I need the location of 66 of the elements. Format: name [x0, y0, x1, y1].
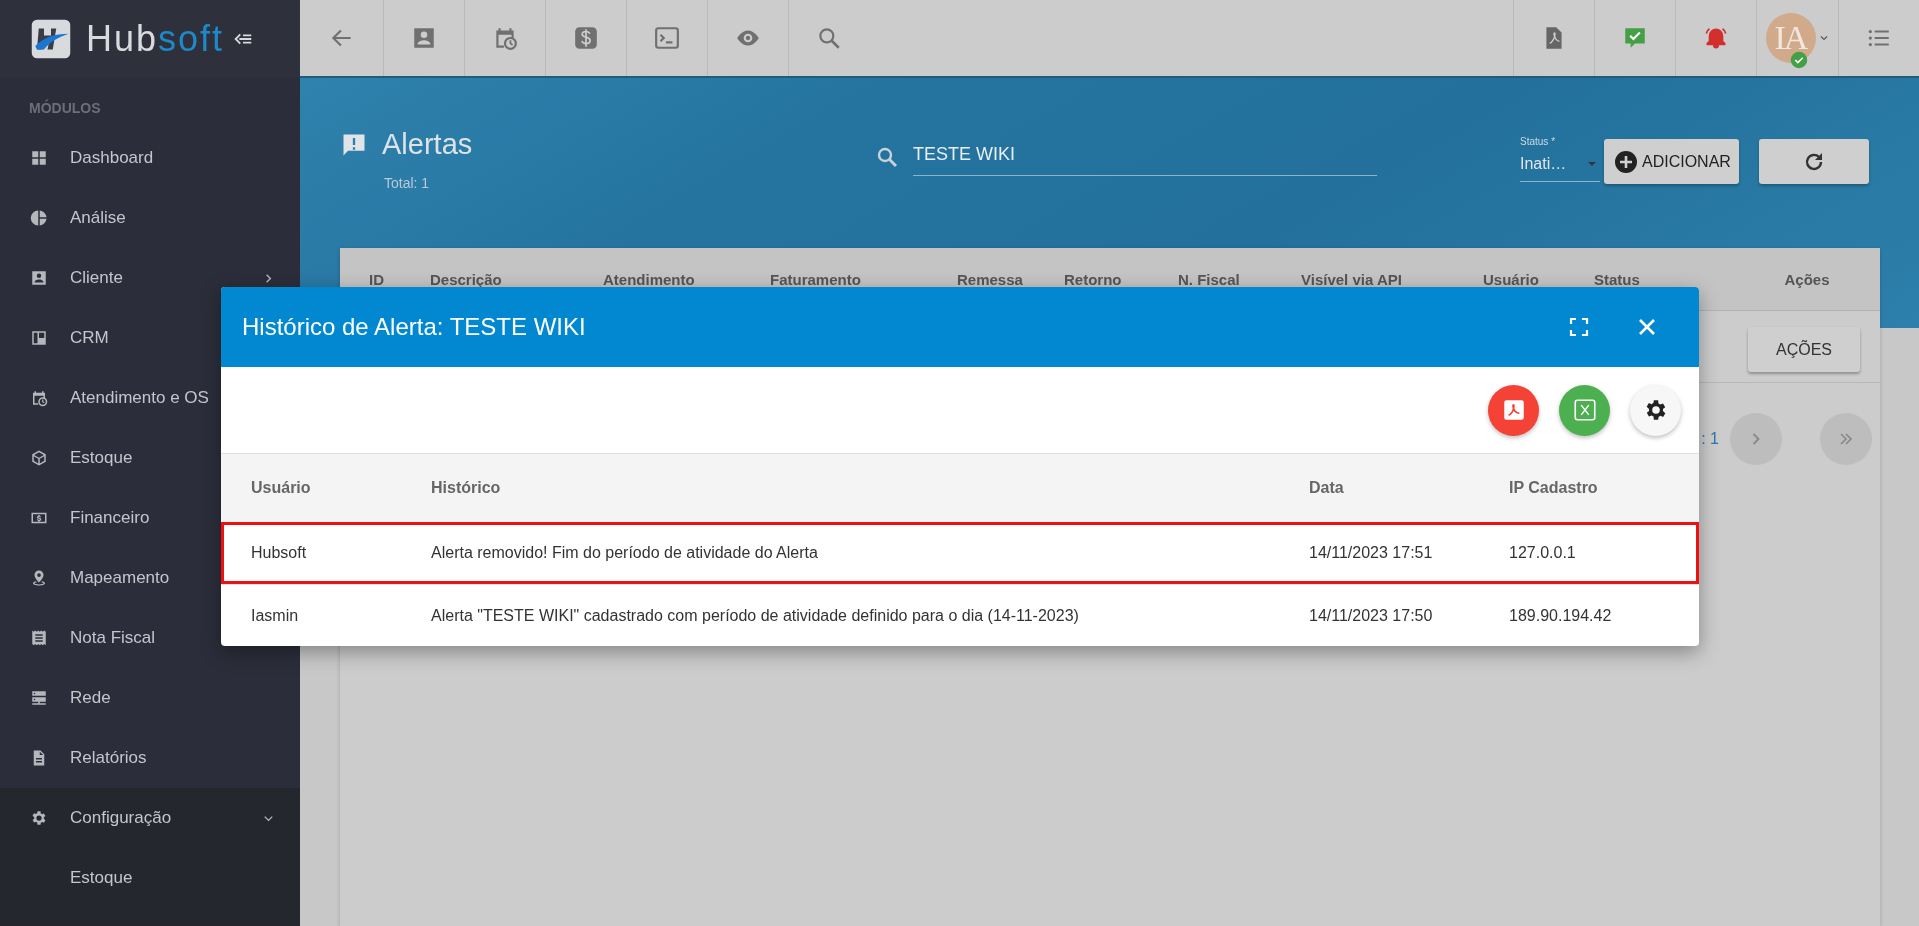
column-header: Descrição	[430, 270, 503, 288]
column-header: Visível via API	[1301, 270, 1403, 288]
box-icon	[30, 449, 48, 467]
logo-text: Hubsoft	[86, 18, 225, 60]
total-count: Total: 1	[384, 175, 431, 191]
spreadsheet-icon	[1571, 397, 1598, 423]
column-header: IP Cadastro	[1509, 479, 1599, 497]
table-cell-text: 14/11/2023 17:51	[1309, 544, 1434, 562]
table-cell-text: Iasmin	[251, 606, 300, 625]
person-card-icon	[411, 25, 437, 51]
search-icon	[816, 25, 842, 51]
refresh-button[interactable]	[1758, 139, 1869, 184]
dashboard-icon	[30, 149, 48, 167]
dialog-title: Histórico de Alerta: TESTE WIKI	[242, 313, 587, 341]
server-icon	[30, 689, 48, 707]
column-header: Ações	[1783, 270, 1831, 288]
section-label: MÓDULOS	[28, 98, 102, 118]
excel-export-button[interactable]	[1559, 384, 1610, 436]
page-title: Alertas	[382, 128, 473, 161]
receipt-icon	[30, 629, 48, 647]
column-header: ID	[369, 270, 385, 288]
sidebar-subitem[interactable]: Estoque	[0, 848, 300, 908]
column-header: Usuário	[251, 479, 312, 497]
column-header: N. Fiscal	[1178, 270, 1241, 288]
table-cell-text: 14/11/2023 17:50	[1309, 606, 1434, 625]
settings-icon	[30, 809, 48, 827]
actions-button[interactable]: AÇÕES	[1748, 327, 1860, 372]
table-cell-text: Alerta removido! Fim do período de atividade do Alerta	[431, 544, 819, 562]
map-pin-icon	[30, 569, 48, 587]
table-cell-text: 127.0.0.1	[1509, 544, 1577, 562]
table-cell-text: Hubsoft	[251, 544, 308, 562]
sidebar-item[interactable]: Dashboard	[0, 128, 300, 188]
last-page-button[interactable]	[1820, 413, 1872, 465]
column-header: Remessa	[957, 270, 1024, 288]
column-header: Status	[1594, 270, 1641, 288]
column-header: Atendimento	[603, 270, 696, 288]
person-card-icon	[30, 269, 48, 287]
column-header: Data	[1309, 479, 1345, 497]
avatar: IA	[1765, 13, 1816, 63]
search-field[interactable]: TESTE WIKI	[913, 138, 1377, 176]
sidebar-item[interactable]: Análise	[0, 188, 300, 248]
column-header: Faturamento	[770, 270, 862, 288]
add-button[interactable]: ADICIONAR	[1604, 139, 1739, 184]
table-cell-text: Alerta "TESTE WIKI" cadastrado com período de atividade definido para o dia (14-11-2023)	[431, 606, 1080, 625]
sidebar-item[interactable]: Configuração	[0, 788, 300, 848]
column-header: Histórico	[431, 479, 502, 497]
page-number: : 1	[1701, 430, 1719, 448]
calendar-clock-icon	[30, 389, 48, 407]
board-icon	[30, 329, 48, 347]
sidebar-item[interactable]: Relatórios	[0, 728, 300, 788]
column-header: Usuário	[1483, 270, 1540, 288]
sidebar-item[interactable]: Atendimento e OS	[0, 368, 300, 428]
sidebar-item[interactable]: Cliente	[0, 248, 300, 308]
pdf-export-button[interactable]	[1488, 384, 1539, 436]
dollar-icon	[573, 25, 599, 51]
pie-chart-icon	[30, 209, 48, 227]
sidebar-item[interactable]: Rede	[0, 668, 300, 728]
settings-button[interactable]	[1630, 384, 1681, 436]
status-select[interactable]: Status * Inati…	[1520, 136, 1600, 182]
terminal-icon	[654, 25, 680, 51]
fullscreen-icon	[1567, 315, 1591, 339]
column-header: Retorno	[1064, 270, 1123, 288]
logo-icon	[30, 18, 72, 60]
plus-circle-icon	[1614, 149, 1638, 174]
table-cell-text: 189.90.194.42	[1509, 606, 1613, 625]
search-icon	[875, 145, 899, 169]
